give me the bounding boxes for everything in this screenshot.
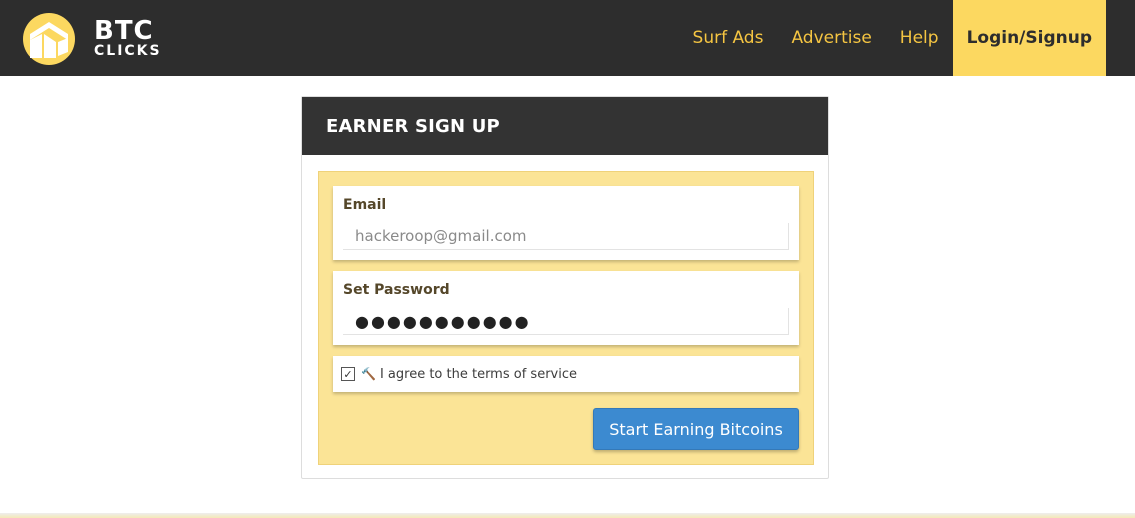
password-label: Set Password — [343, 282, 450, 298]
email-label: Email — [343, 197, 387, 213]
top-navbar: BTC CLICKS Surf Ads Advertise Help Login… — [0, 0, 1135, 76]
password-input[interactable] — [343, 308, 789, 335]
signup-card-header: EARNER SIGN UP — [302, 97, 828, 155]
gavel-icon: 🔨 — [361, 367, 376, 381]
footer-divider — [0, 513, 1135, 518]
nav-surf-ads[interactable]: Surf Ads — [679, 0, 778, 76]
brand-name-line2: CLICKS — [94, 43, 162, 59]
terms-agreement-row: ✓ 🔨 I agree to the terms of service — [333, 356, 799, 392]
brand-name-line1: BTC — [94, 16, 154, 46]
checkbox-icon[interactable]: ✓ — [341, 367, 355, 381]
main-nav: Surf Ads Advertise Help Login/Signup — [679, 0, 1106, 76]
nav-help[interactable]: Help — [886, 0, 953, 76]
nav-advertise[interactable]: Advertise — [777, 0, 885, 76]
terms-agreement-label: I agree to the terms of service — [379, 366, 577, 382]
email-field-group: Email — [333, 186, 799, 260]
nav-login-signup[interactable]: Login/Signup — [952, 0, 1106, 76]
signup-card: EARNER SIGN UP Email Set Password ✓ 🔨 I … — [301, 96, 829, 479]
email-input[interactable] — [343, 223, 789, 250]
brand-logo[interactable]: BTC CLICKS — [22, 12, 172, 66]
password-field-group: Set Password — [333, 271, 799, 345]
btc-clicks-logo-icon — [23, 13, 75, 65]
page-title: EARNER SIGN UP — [326, 115, 500, 137]
signup-form: Email Set Password ✓ 🔨 I agree to the te… — [318, 171, 814, 465]
start-earning-button[interactable]: Start Earning Bitcoins — [593, 408, 799, 450]
